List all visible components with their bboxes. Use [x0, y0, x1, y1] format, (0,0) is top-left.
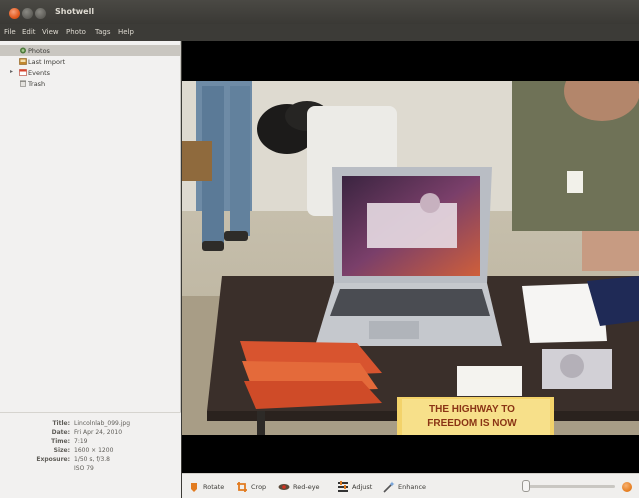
sidebar-item-trash[interactable]: Trash [0, 78, 181, 89]
menu-edit[interactable]: Edit [22, 28, 36, 36]
menu-file[interactable]: File [4, 28, 16, 36]
sign-line-1: THE HIGHWAY TO [429, 404, 515, 415]
window-title: Shotwell [55, 7, 95, 16]
photo-viewer[interactable]: THE HIGHWAY TO FREEDOM IS NOW [182, 41, 639, 473]
sidebar: Photos Last Import ▸ Events Trash Title:… [0, 41, 181, 498]
metadata-value: ISO 79 [74, 465, 94, 472]
photo-metadata-pane: Title: Lincolnlab_099.jpg Date: Fri Apr … [0, 412, 181, 498]
sidebar-item-events[interactable]: ▸ Events [0, 67, 181, 78]
enhance-button[interactable]: Enhance [383, 480, 426, 494]
metadata-value: Lincolnlab_099.jpg [74, 420, 131, 427]
library-tree: Photos Last Import ▸ Events Trash [0, 45, 181, 89]
red-eye-icon [278, 481, 290, 493]
rotate-icon [188, 481, 200, 493]
metadata-value: Fri Apr 24, 2010 [74, 429, 123, 436]
sidebar-item-last-import[interactable]: Last Import [0, 56, 181, 67]
metadata-key: Date: [51, 429, 70, 436]
adjust-icon [337, 481, 349, 493]
rotate-label: Rotate [203, 483, 225, 491]
sidebar-item-label: Events [28, 68, 51, 77]
enhance-label: Enhance [398, 483, 427, 491]
crop-button[interactable]: Crop [236, 480, 266, 494]
zoom-in-icon[interactable] [622, 482, 632, 492]
expander-icon[interactable]: ▸ [10, 68, 13, 75]
metadata-row-iso: ISO 79 [0, 465, 181, 473]
metadata-key: Title: [52, 420, 70, 427]
zoom-slider-thumb[interactable] [522, 480, 530, 492]
sidebar-item-label: Photos [28, 46, 50, 55]
metadata-row-date: Date: Fri Apr 24, 2010 [0, 429, 181, 437]
crop-icon [236, 481, 248, 493]
red-eye-button[interactable]: Red-eye [278, 480, 320, 494]
metadata-value: 1600 × 1200 [74, 447, 114, 454]
crop-label: Crop [251, 483, 267, 491]
metadata-row-size: Size: 1600 × 1200 [0, 447, 181, 455]
zoom-slider-track[interactable] [525, 485, 615, 488]
sidebar-item-label: Last Import [28, 57, 66, 66]
metadata-value: 1/50 s, f/3.8 [74, 456, 110, 463]
menu-help[interactable]: Help [118, 28, 134, 36]
sidebar-item-label: Trash [28, 79, 46, 88]
menu-photo[interactable]: Photo [66, 28, 86, 36]
import-icon [19, 58, 27, 65]
metadata-key: Exposure: [36, 456, 70, 463]
calendar-icon [19, 69, 27, 76]
metadata-row-title: Title: Lincolnlab_099.jpg [0, 420, 181, 428]
menu-tags[interactable]: Tags [95, 28, 111, 36]
adjust-button[interactable]: Adjust [337, 480, 372, 494]
maximize-window-button[interactable] [35, 8, 46, 19]
sidebar-item-photos[interactable]: Photos [0, 45, 181, 56]
metadata-key: Time: [51, 438, 70, 445]
photo-image: THE HIGHWAY TO FREEDOM IS NOW [182, 81, 639, 435]
trash-icon [19, 80, 27, 87]
title-bar: Shotwell [0, 0, 639, 24]
photo-toolbar: Rotate Crop Red-eye Adjust Enhance [182, 473, 639, 498]
rotate-button[interactable]: Rotate [188, 480, 224, 494]
metadata-row-time: Time: 7:19 [0, 438, 181, 446]
menu-view[interactable]: View [42, 28, 59, 36]
sign-line-2: FREEDOM IS NOW [427, 418, 517, 429]
red-eye-label: Red-eye [293, 483, 320, 491]
photos-icon [19, 47, 27, 54]
adjust-label: Adjust [352, 483, 373, 491]
metadata-key: Size: [53, 447, 70, 454]
metadata-row-exposure: Exposure: 1/50 s, f/3.8 [0, 456, 181, 464]
metadata-value: 7:19 [74, 438, 88, 445]
close-window-button[interactable] [9, 8, 20, 19]
minimize-window-button[interactable] [22, 8, 33, 19]
enhance-icon [383, 481, 395, 493]
menu-bar: File Edit View Photo Tags Help [0, 24, 639, 41]
